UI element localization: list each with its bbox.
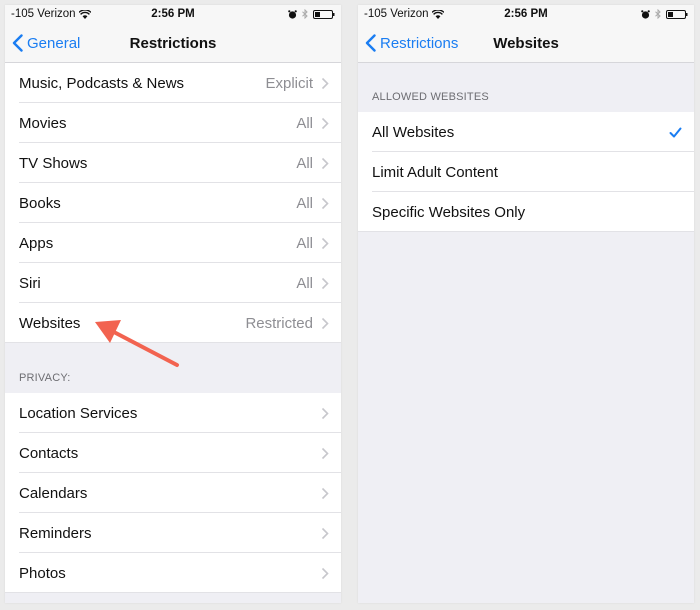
- list-item-location-services[interactable]: Location Services: [5, 393, 341, 433]
- row-label: Reminders: [19, 524, 92, 542]
- allowed-websites-section-gap: ALLOWED WEBSITES: [358, 63, 694, 112]
- content-restrictions-list: Music, Podcasts & News Explicit Movies All T…: [5, 63, 341, 343]
- row-label: Photos: [19, 564, 66, 582]
- list-item-apps[interactable]: Apps All: [5, 223, 341, 263]
- option-label: Limit Adult Content: [372, 163, 498, 181]
- bluetooth-icon: [302, 9, 308, 19]
- restrictions-screen: -105 Verizon 2:56 PM General Restriction…: [5, 5, 341, 603]
- row-value: All: [296, 194, 313, 212]
- privacy-section-gap: PRIVACY:: [5, 343, 341, 393]
- chevron-right-icon: [321, 77, 329, 89]
- status-bar: -105 Verizon 2:56 PM: [358, 5, 694, 25]
- chevron-right-icon: [321, 317, 329, 329]
- alarm-icon: [641, 9, 650, 19]
- option-specific-websites-only[interactable]: Specific Websites Only: [358, 192, 694, 232]
- row-value: All: [296, 114, 313, 132]
- row-label: Websites: [19, 314, 81, 332]
- chevron-right-icon: [321, 157, 329, 169]
- page-title: Restrictions: [129, 35, 217, 52]
- option-label: All Websites: [372, 123, 455, 141]
- list-item-websites[interactable]: Websites Restricted: [5, 303, 341, 343]
- page-title: Websites: [493, 35, 559, 52]
- list-item-tv-shows[interactable]: TV Shows All: [5, 143, 341, 183]
- status-bar: -105 Verizon 2:56 PM: [5, 5, 341, 25]
- row-label: Movies: [19, 114, 67, 132]
- option-limit-adult-content[interactable]: Limit Adult Content: [358, 152, 694, 192]
- navigation-bar: General Restrictions: [5, 25, 341, 63]
- row-label: Books: [19, 194, 61, 212]
- chevron-right-icon: [321, 117, 329, 129]
- list-item-music-podcasts-news[interactable]: Music, Podcasts & News Explicit: [5, 63, 341, 103]
- section-header-allowed-websites: ALLOWED WEBSITES: [372, 91, 489, 103]
- row-label: Location Services: [19, 404, 138, 422]
- list-item-contacts[interactable]: Contacts: [5, 433, 341, 473]
- chevron-right-icon: [321, 197, 329, 209]
- chevron-right-icon: [321, 407, 329, 419]
- row-value: All: [296, 154, 313, 172]
- chevron-right-icon: [321, 527, 329, 539]
- section-header-privacy: PRIVACY:: [19, 372, 71, 384]
- bluetooth-icon: [655, 9, 661, 19]
- alarm-icon: [288, 9, 297, 19]
- privacy-list: Location Services Contacts Calendars Remind…: [5, 393, 341, 593]
- option-all-websites[interactable]: All Websites: [358, 112, 694, 152]
- chevron-right-icon: [321, 487, 329, 499]
- allowed-websites-options: All Websites Limit Adult Content Specific …: [358, 112, 694, 232]
- row-label: Contacts: [19, 444, 79, 462]
- navigation-bar: Restrictions Websites: [358, 25, 694, 63]
- chevron-right-icon: [321, 277, 329, 289]
- row-label: Siri: [19, 274, 41, 292]
- battery-icon: [313, 9, 335, 19]
- list-item-books[interactable]: Books All: [5, 183, 341, 223]
- list-item-reminders[interactable]: Reminders: [5, 513, 341, 553]
- battery-icon: [666, 9, 688, 19]
- row-value: All: [296, 274, 313, 292]
- row-value: Explicit: [265, 74, 313, 92]
- option-label: Specific Websites Only: [372, 203, 526, 221]
- row-value: All: [296, 234, 313, 252]
- list-item-movies[interactable]: Movies All: [5, 103, 341, 143]
- chevron-right-icon: [321, 447, 329, 459]
- row-label: Apps: [19, 234, 54, 252]
- row-value: Restricted: [245, 314, 313, 332]
- list-item-siri[interactable]: Siri All: [5, 263, 341, 303]
- row-label: TV Shows: [19, 154, 88, 172]
- row-label: Music, Podcasts & News: [19, 74, 185, 92]
- chevron-right-icon: [321, 567, 329, 579]
- row-label: Calendars: [19, 484, 88, 502]
- chevron-right-icon: [321, 237, 329, 249]
- websites-screen: -105 Verizon 2:56 PM Restrictions Websit…: [358, 5, 694, 603]
- list-item-photos[interactable]: Photos: [5, 553, 341, 593]
- checkmark-icon: [669, 127, 682, 137]
- list-item-calendars[interactable]: Calendars: [5, 473, 341, 513]
